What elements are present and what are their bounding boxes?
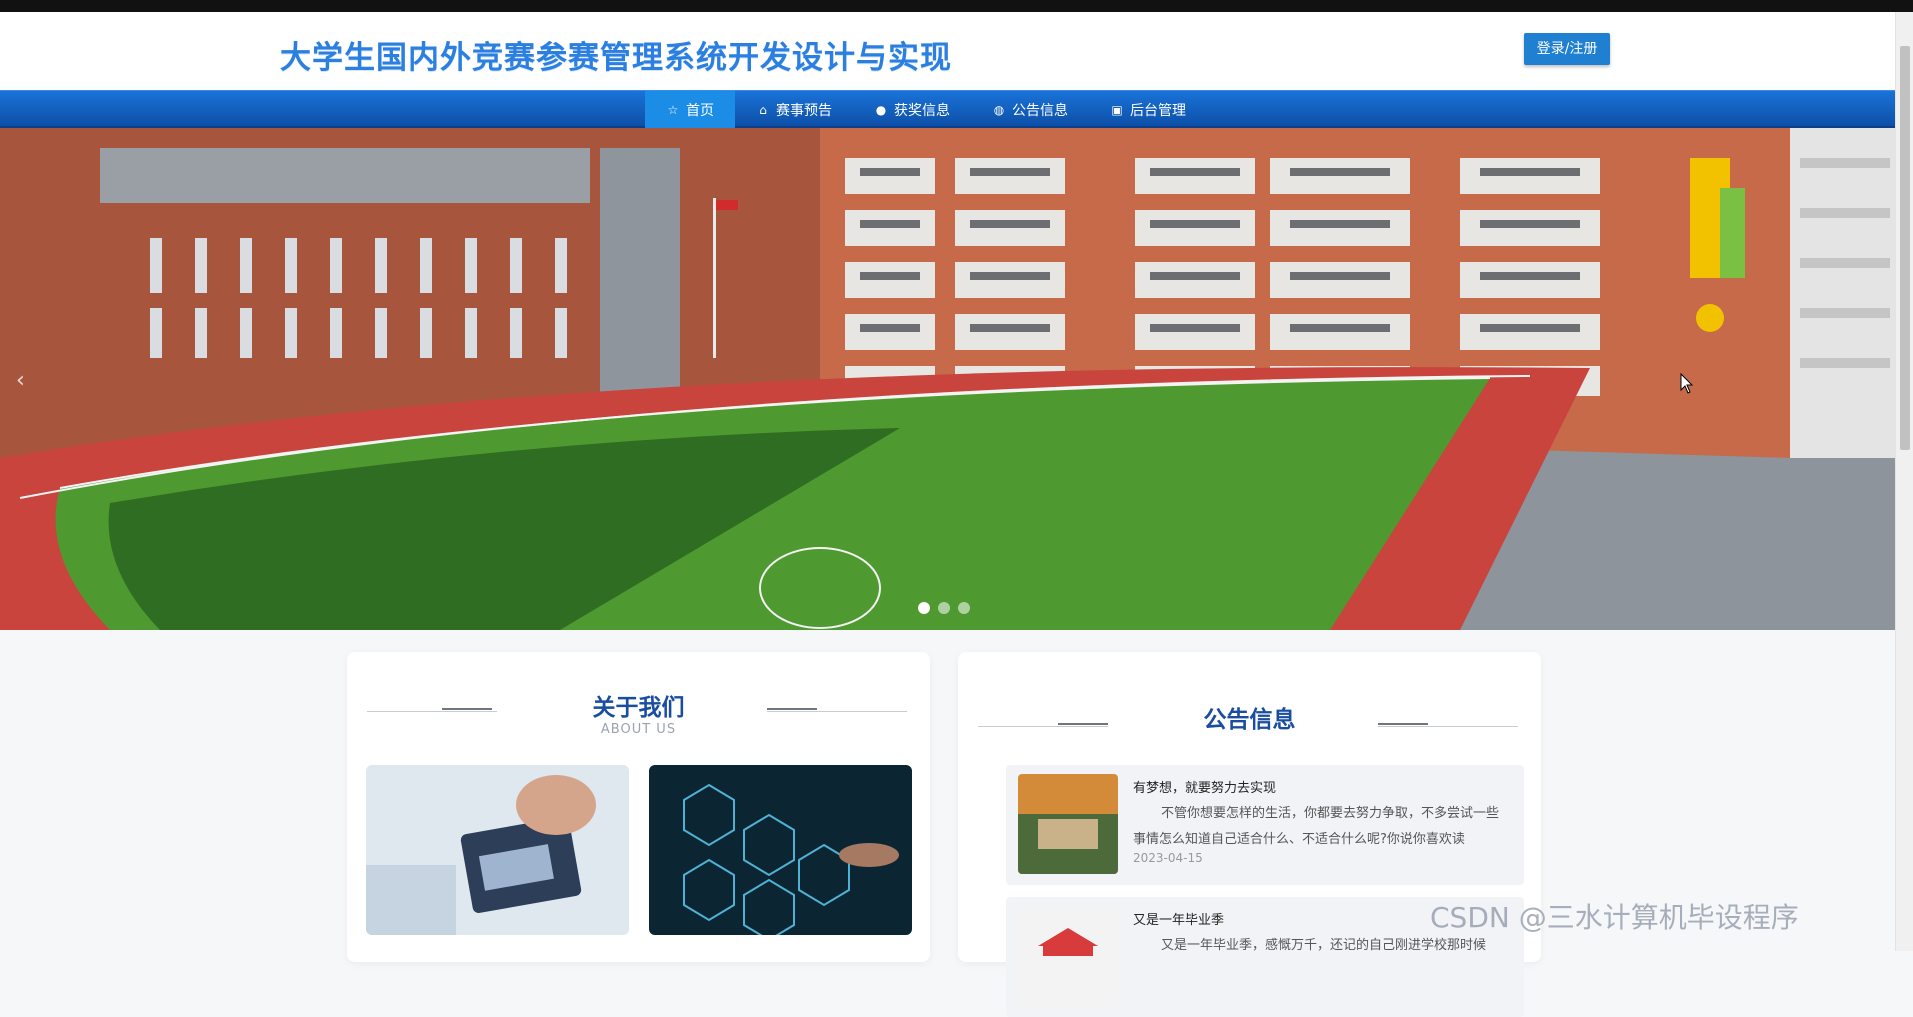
banner-carousel[interactable]: ‹ xyxy=(0,128,1895,630)
about-us-panel: 关于我们 ABOUT US xyxy=(347,652,930,962)
carousel-indicators xyxy=(918,602,970,614)
section-title: 关于我们 xyxy=(592,695,685,721)
nav-item-notices[interactable]: ◍ 公告信息 xyxy=(971,91,1089,129)
nav-item-label: 后台管理 xyxy=(1130,103,1186,119)
notice-list-item[interactable]: 有梦想，就要努力去实现 不管你想要怎样的生活，你都要去努力争取，不多尝试一些事情… xyxy=(1006,765,1524,885)
login-register-button[interactable]: 登录/注册 xyxy=(1524,33,1610,65)
about-image-business[interactable] xyxy=(366,765,629,935)
carousel-dot[interactable] xyxy=(938,602,950,614)
notice-title: 又是一年毕业季 xyxy=(1133,913,1225,928)
about-image-technology[interactable] xyxy=(649,765,912,935)
scrollbar-thumb[interactable] xyxy=(1900,46,1910,450)
nav-item-label: 首页 xyxy=(686,103,714,119)
nav-item-home[interactable]: ☆ 首页 xyxy=(645,91,735,129)
nav-item-awards[interactable]: ● 获奖信息 xyxy=(853,91,971,129)
notice-thumbnail xyxy=(1018,906,1118,1006)
globe-icon: ◍ xyxy=(993,103,1005,117)
mouse-cursor-icon xyxy=(1680,373,1694,394)
site-title: 大学生国内外竞赛参赛管理系统开发设计与实现 xyxy=(280,40,952,76)
star-icon: ☆ xyxy=(667,103,679,117)
browser-top-strip xyxy=(0,0,1913,12)
watermark-text: CSDN @三水计算机毕设程序 xyxy=(1430,901,1799,934)
section-title: 公告信息 xyxy=(1203,707,1296,733)
nav-item-label: 赛事预告 xyxy=(776,103,832,119)
notice-summary: 又是一年毕业季，感慨万千，还记的自己刚进学校那时候 xyxy=(1161,938,1487,953)
home-icon: ⌂ xyxy=(759,103,767,117)
gift-icon: ▣ xyxy=(1111,103,1123,117)
carousel-dot[interactable] xyxy=(918,602,930,614)
info-circle-icon: ● xyxy=(875,103,887,117)
section-subtitle: ABOUT US xyxy=(600,722,677,737)
site-header: 大学生国内外竞赛参赛管理系统开发设计与实现 登录/注册 xyxy=(0,12,1895,90)
carousel-prev-arrow[interactable]: ‹ xyxy=(16,368,25,393)
page-scrollbar[interactable] xyxy=(1895,12,1913,951)
notice-title: 有梦想，就要努力去实现 xyxy=(1133,781,1277,796)
carousel-dot[interactable] xyxy=(958,602,970,614)
nav-item-admin[interactable]: ▣ 后台管理 xyxy=(1089,91,1207,129)
main-nav: ☆ 首页 ⌂ 赛事预告 ● 获奖信息 ◍ 公告信息 ▣ 后台管理 xyxy=(0,90,1895,129)
notice-date: 2023-04-15 xyxy=(1133,851,1203,865)
nav-item-competition-preview[interactable]: ⌂ 赛事预告 xyxy=(735,91,853,129)
notice-thumbnail xyxy=(1018,774,1118,874)
nav-item-label: 公告信息 xyxy=(1012,103,1068,119)
campus-banner-image xyxy=(0,128,1895,630)
nav-item-label: 获奖信息 xyxy=(894,103,950,119)
notice-summary: 不管你想要怎样的生活，你都要去努力争取，不多尝试一些事情怎么知道自己适合什么、不… xyxy=(1133,806,1500,847)
